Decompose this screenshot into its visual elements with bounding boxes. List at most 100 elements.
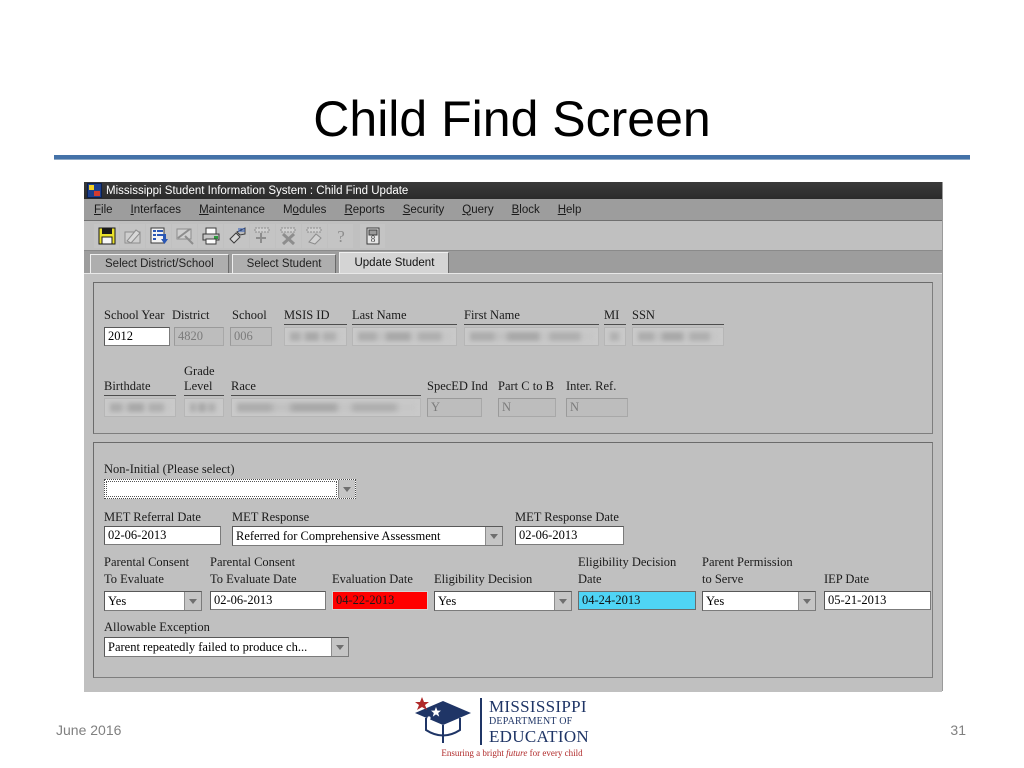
field-part-c-to-b[interactable]: N	[498, 398, 556, 417]
label-eligibility-decision-date-1: Eligibility Decision	[578, 555, 677, 569]
underline-first-name	[464, 324, 599, 325]
execute-query-icon[interactable]	[224, 223, 249, 248]
chevron-down-icon[interactable]	[184, 592, 201, 610]
logo-line-3: EDUCATION	[489, 726, 589, 746]
tab-update-student[interactable]: Update Student	[339, 252, 450, 273]
label-parental-consent-evaluate-1: Parental Consent	[104, 555, 190, 569]
field-grade-level[interactable]	[184, 398, 224, 417]
field-speced-ind[interactable]: Y	[427, 398, 482, 417]
select-parental-consent-evaluate[interactable]: Yes	[104, 591, 202, 611]
select-eligibility-decision[interactable]: Yes	[434, 591, 572, 611]
label-birthdate: Birthdate	[104, 379, 151, 393]
field-school-year[interactable]: 2012	[104, 327, 170, 346]
field-eligibility-decision-date[interactable]: 04-24-2013	[578, 591, 696, 610]
child-find-panel: Non-Initial (Please select) MET Referral…	[93, 442, 933, 678]
field-met-referral-date[interactable]: 02-06-2013	[104, 526, 221, 545]
field-ssn[interactable]	[632, 327, 724, 346]
label-grade-line1: Grade	[184, 364, 215, 378]
label-parent-permission-2: to Serve	[702, 572, 744, 586]
logo-tagline-emphasis: future	[506, 748, 528, 758]
label-met-response-date: MET Response Date	[515, 510, 619, 524]
label-ssn: SSN	[632, 308, 655, 322]
menu-item-file[interactable]: File	[92, 203, 115, 217]
field-parental-consent-evaluate-date[interactable]: 02-06-2013	[210, 591, 326, 610]
menu-item-maintenance[interactable]: Maintenance	[197, 203, 267, 217]
field-birthdate[interactable]	[104, 398, 176, 417]
chevron-down-icon[interactable]	[485, 527, 502, 545]
help-icon: ?	[328, 223, 353, 248]
field-last-name[interactable]	[352, 327, 457, 346]
label-parental-consent-date-1: Parental Consent	[210, 555, 296, 569]
menu-bar: File Interfaces Maintenance Modules Reports S…	[84, 199, 942, 221]
label-speced-ind: SpecED Ind	[427, 379, 488, 393]
menu-item-interfaces[interactable]: Interfaces	[129, 203, 184, 217]
chevron-down-icon[interactable]	[338, 480, 355, 498]
save-icon[interactable]	[94, 223, 119, 248]
label-inter-ref: Inter. Ref.	[566, 379, 617, 393]
menu-item-help[interactable]: Help	[556, 203, 584, 217]
label-met-response: MET Response	[232, 510, 310, 524]
label-race: Race	[231, 379, 256, 393]
menu-item-reports[interactable]: Reports	[342, 203, 386, 217]
chevron-down-icon[interactable]	[554, 592, 571, 610]
select-parental-consent-evaluate-value: Yes	[108, 594, 127, 608]
field-district[interactable]: 4820	[174, 327, 224, 346]
window-title: Mississippi Student Information System :…	[106, 184, 409, 197]
tab-select-student[interactable]: Select Student	[231, 254, 337, 273]
label-parental-consent-date-2: To Evaluate Date	[210, 572, 297, 586]
field-race[interactable]	[231, 398, 421, 417]
window-titlebar: Mississippi Student Information System :…	[84, 182, 942, 199]
label-non-initial: Non-Initial (Please select)	[104, 462, 235, 476]
label-school: School	[232, 308, 267, 322]
clear-record-icon	[302, 223, 327, 248]
field-met-response-date[interactable]: 02-06-2013	[515, 526, 624, 545]
application-window: Mississippi Student Information System :…	[84, 182, 943, 692]
delete-record-icon	[276, 223, 301, 248]
page-title: Child Find Screen	[313, 91, 711, 147]
field-first-name[interactable]	[464, 327, 599, 346]
chevron-down-icon[interactable]	[331, 638, 348, 656]
cancel-query-icon	[172, 223, 197, 248]
select-parent-permission-to-serve[interactable]: Yes	[702, 591, 816, 611]
list-values-icon[interactable]	[146, 223, 171, 248]
tab-select-district-school[interactable]: Select District/School	[90, 254, 229, 273]
svg-text:?: ?	[337, 227, 345, 245]
select-allowable-exception-value: Parent repeatedly failed to produce ch..…	[108, 640, 308, 654]
select-parent-permission-value: Yes	[706, 594, 725, 608]
field-evaluation-date[interactable]: 04-22-2013	[332, 591, 428, 610]
logo-tagline-pre: Ensuring a bright	[441, 748, 507, 758]
label-school-year: School Year	[104, 308, 165, 322]
label-last-name: Last Name	[352, 308, 407, 322]
label-grade-line2: Level	[184, 379, 213, 393]
field-school[interactable]: 006	[230, 327, 272, 346]
menu-item-query[interactable]: Query	[460, 203, 495, 217]
menu-item-block[interactable]: Block	[510, 203, 542, 217]
chevron-down-icon[interactable]	[798, 592, 815, 610]
footer-page-number: 31	[950, 722, 966, 738]
field-mi[interactable]	[604, 327, 626, 346]
select-non-initial[interactable]	[104, 479, 356, 499]
footer-date: June 2016	[56, 722, 122, 738]
label-iep-date: IEP Date	[824, 572, 870, 586]
print-icon[interactable]	[198, 223, 223, 248]
select-allowable-exception[interactable]: Parent repeatedly failed to produce ch..…	[104, 637, 349, 657]
menu-item-modules[interactable]: Modules	[281, 203, 329, 217]
underline-mi	[604, 324, 626, 325]
label-district: District	[172, 308, 210, 322]
label-parental-consent-evaluate-2: To Evaluate	[104, 572, 164, 586]
logo-tagline: Ensuring a bright future for every child	[412, 748, 612, 758]
menu-item-security[interactable]: Security	[401, 203, 447, 217]
field-inter-ref[interactable]: N	[566, 398, 628, 417]
select-met-response[interactable]: Referred for Comprehensive Assessment	[232, 526, 503, 546]
app-icon	[87, 183, 102, 198]
label-mi: MI	[604, 308, 620, 322]
underline-ssn	[632, 324, 724, 325]
graduation-cap-icon	[412, 697, 474, 745]
insert-record-icon	[250, 223, 275, 248]
toolbar: ? 8	[84, 221, 942, 251]
exit-icon[interactable]: 8	[360, 223, 385, 248]
field-msis-id[interactable]	[284, 327, 347, 346]
label-evaluation-date: Evaluation Date	[332, 572, 413, 586]
field-iep-date[interactable]: 05-21-2013	[824, 591, 931, 610]
label-allowable-exception: Allowable Exception	[104, 620, 210, 634]
